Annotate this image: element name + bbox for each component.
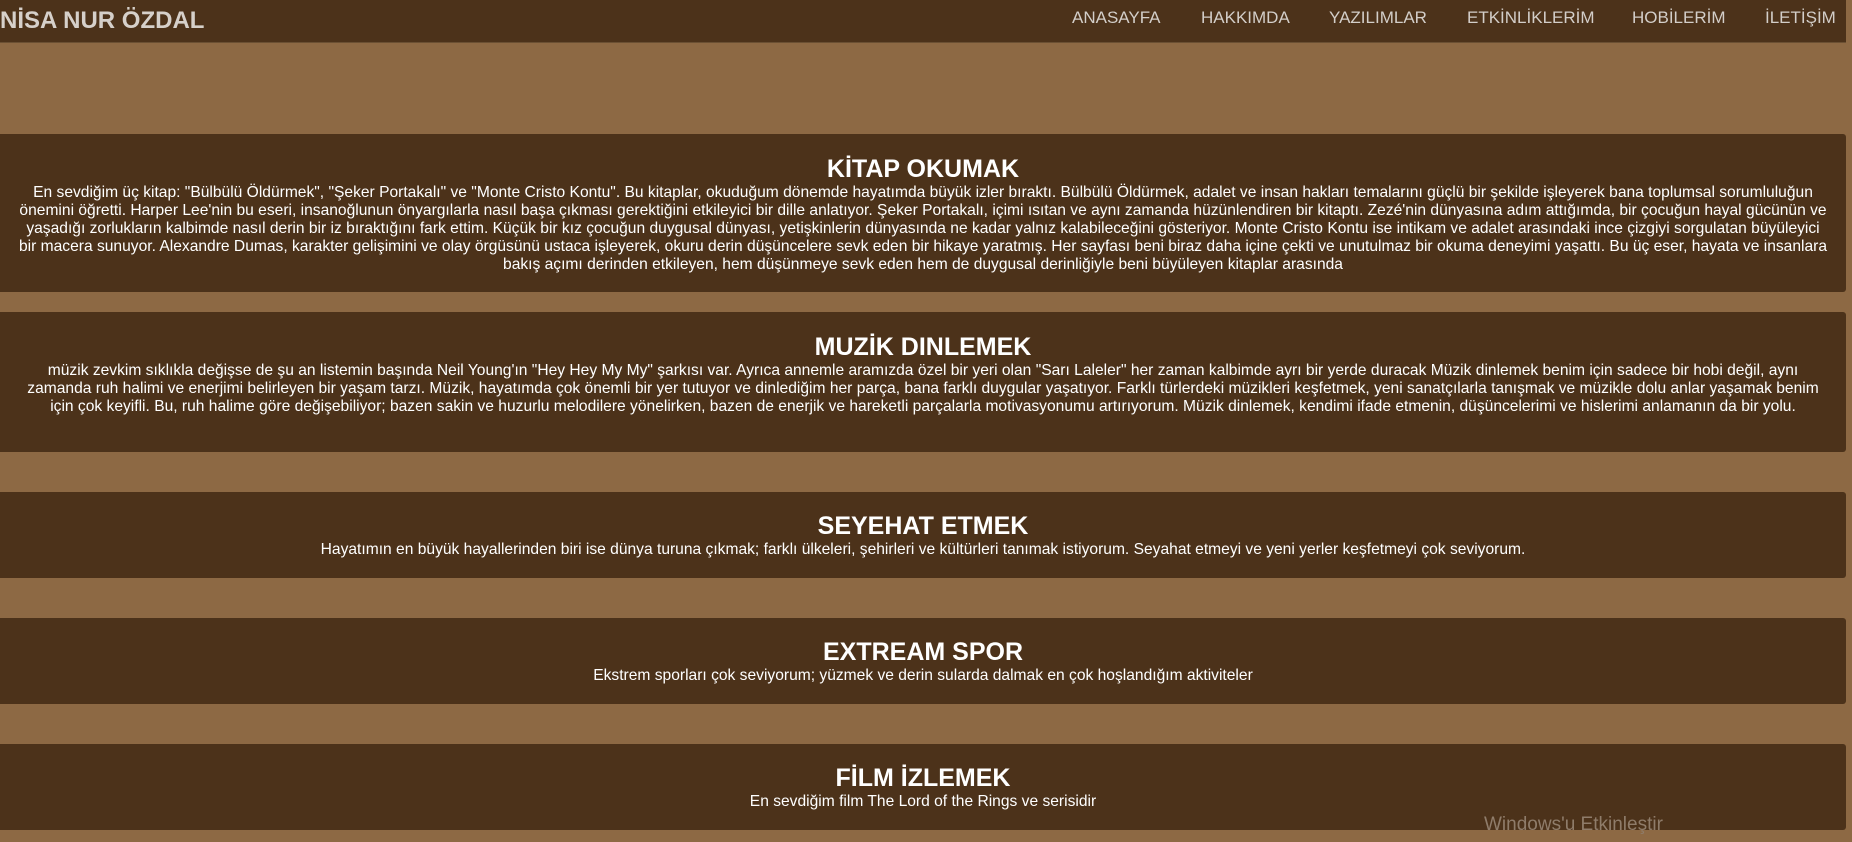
section-title: FİLM İZLEMEK — [835, 764, 1011, 792]
section-text: Hayatımın en büyük hayallerinden biri is… — [320, 541, 1526, 558]
section-text: Ekstrem sporları çok seviyorum; yüzmek v… — [593, 667, 1253, 684]
section-text: En sevdiğim üç kitap: "Bülbülü Öldürmek"… — [18, 184, 1828, 273]
hobby-section-travel: SEYEHAT ETMEK Hayatımın en büyük hayalle… — [0, 492, 1846, 578]
hobby-section-reading: KİTAP OKUMAK En sevdiğim üç kitap: "Bülb… — [0, 134, 1846, 292]
activation-watermark: Windows'u Etkinleştir — [1484, 814, 1663, 835]
top-navbar: NİSA NUR ÖZDAL ANASAYFA HAKKIMDA YAZILIM… — [0, 0, 1852, 43]
page-scrollbar[interactable] — [1846, 0, 1852, 842]
nav-link-etkinliklerim[interactable]: ETKİNLİKLERİM — [1467, 8, 1595, 28]
nav-link-hobilerim[interactable]: HOBİLERİM — [1632, 8, 1726, 28]
section-title: MUZİK DINLEMEK — [814, 333, 1032, 361]
nav-link-yazilimlar[interactable]: YAZILIMLAR — [1329, 8, 1427, 28]
site-brand[interactable]: NİSA NUR ÖZDAL — [0, 6, 204, 36]
nav-link-hakkimda[interactable]: HAKKIMDA — [1201, 8, 1290, 28]
section-text: müzik zevkim sıklıkla değişse de şu an l… — [27, 362, 1819, 415]
section-title: KİTAP OKUMAK — [826, 155, 1020, 183]
section-title: SEYEHAT ETMEK — [817, 512, 1029, 540]
hobby-section-music: MUZİK DINLEMEK müzik zevkim sıklıkla değ… — [0, 312, 1846, 452]
section-text: En sevdiğim film The Lord of the Rings v… — [749, 793, 1097, 810]
hobby-section-sport: EXTREAM SPOR Ekstrem sporları çok seviyo… — [0, 618, 1846, 704]
nav-link-iletisim[interactable]: İLETİŞİM — [1765, 8, 1836, 28]
section-title: EXTREAM SPOR — [822, 638, 1024, 666]
nav-link-anasayfa[interactable]: ANASAYFA — [1072, 8, 1161, 28]
